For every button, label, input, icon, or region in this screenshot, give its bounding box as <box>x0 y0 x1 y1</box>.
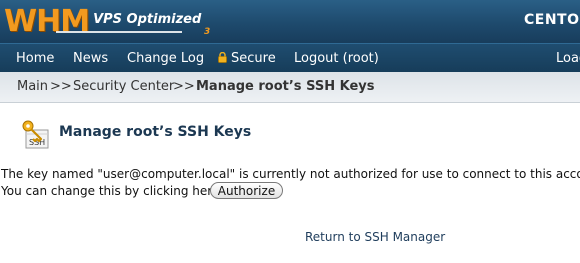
authorize-button[interactable]: Authorize <box>210 182 283 199</box>
nav-load[interactable]: Load <box>556 44 580 73</box>
breadcrumb-separator: >> <box>50 79 72 94</box>
page-title: Manage root’s SSH Keys <box>59 124 252 140</box>
breadcrumb-current: Manage root’s SSH Keys <box>196 79 375 94</box>
whm-logo[interactable]: WHM VPS Optimized 3 <box>4 3 210 41</box>
nav-secure[interactable]: Secure <box>218 44 276 73</box>
breadcrumb: Main >> Security Center >> Manage root’s… <box>0 72 580 103</box>
ssh-key-icon: SSH <box>22 120 49 149</box>
status-message: The key named "user@computer.local" is c… <box>1 167 580 181</box>
top-header: WHM VPS Optimized 3 CENTOS 6 <box>0 0 580 43</box>
logo-whm-text: WHM <box>4 4 90 39</box>
nav-news[interactable]: News <box>73 44 108 73</box>
return-to-ssh-manager-link[interactable]: Return to SSH Manager <box>305 230 445 244</box>
lock-icon <box>218 52 227 63</box>
instruction-text: You can change this by clicking here: <box>1 184 224 198</box>
main-nav: Home News Change Log Secure Logout (root… <box>0 43 580 73</box>
logo-version: 3 <box>204 27 211 37</box>
os-label: CENTOS 6 <box>524 12 580 28</box>
logo-subtitle-text: VPS Optimized <box>93 12 202 27</box>
nav-logout[interactable]: Logout (root) <box>294 44 379 73</box>
nav-home[interactable]: Home <box>16 44 54 73</box>
logo-underline <box>56 31 182 33</box>
nav-secure-label: Secure <box>231 51 276 66</box>
breadcrumb-security-center[interactable]: Security Center <box>73 72 174 102</box>
breadcrumb-separator: >> <box>173 79 195 94</box>
nav-change-log[interactable]: Change Log <box>127 44 204 73</box>
logo-subtitle: VPS Optimized 3 <box>93 12 210 37</box>
breadcrumb-main[interactable]: Main <box>17 72 48 102</box>
